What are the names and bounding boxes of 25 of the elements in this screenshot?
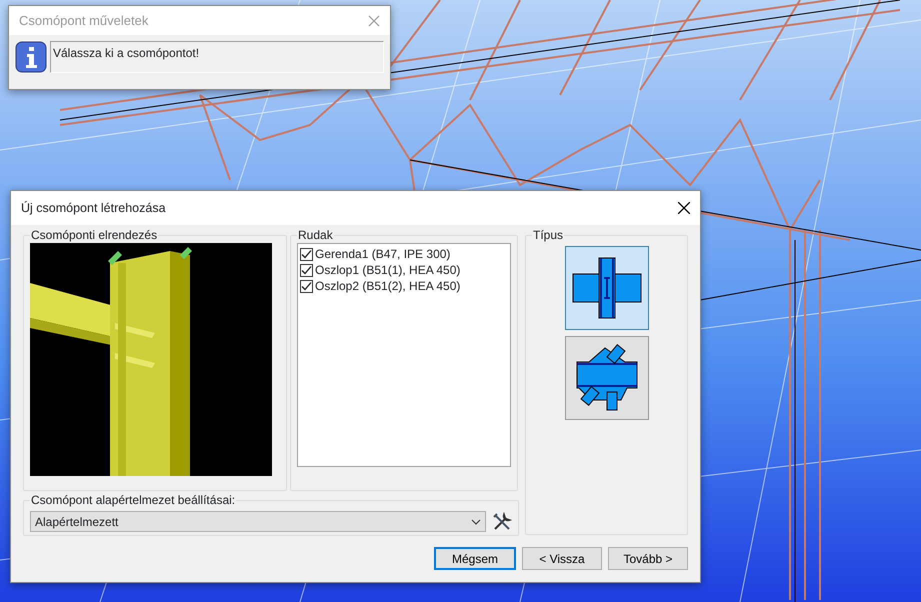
- joint-type-button[interactable]: [564, 336, 648, 420]
- info-icon: [15, 41, 47, 73]
- dialog-button[interactable]: Tovább >: [608, 547, 688, 570]
- dropdown-value: Alapértelmezett: [35, 514, 118, 530]
- member-label: Oszlop2 (B51(2), HEA 450): [315, 278, 460, 294]
- group-label: Csomóponti elrendezés: [30, 229, 158, 241]
- message-text: Válassza ki a csomópontot!: [50, 41, 384, 73]
- member-label: Gerenda1 (B47, IPE 300): [315, 246, 450, 262]
- dialog-button[interactable]: < Vissza: [522, 547, 602, 570]
- close-icon[interactable]: [678, 202, 690, 214]
- tools-icon[interactable]: [492, 512, 512, 532]
- dialog-button[interactable]: Mégsem: [434, 547, 516, 570]
- dialog-title: Új csomópont létrehozása: [21, 200, 166, 217]
- chevron-down-icon: [471, 518, 481, 524]
- group-label: Rudak: [297, 229, 334, 241]
- group-label: Csomópont alapértelmezet beállításai:: [30, 494, 236, 506]
- checkbox[interactable]: [300, 280, 313, 292]
- checkbox[interactable]: [300, 248, 313, 260]
- group-label: Típus: [532, 229, 564, 241]
- member-label: Oszlop1 (B51(1), HEA 450): [315, 262, 460, 278]
- defaults-dropdown[interactable]: Alapértelmezett: [30, 511, 486, 532]
- beam-column-joint-icon: [570, 256, 642, 320]
- dialog-title: Csomópont műveletek: [19, 12, 148, 30]
- joint-type-button[interactable]: [564, 246, 648, 330]
- checkbox[interactable]: [300, 264, 313, 276]
